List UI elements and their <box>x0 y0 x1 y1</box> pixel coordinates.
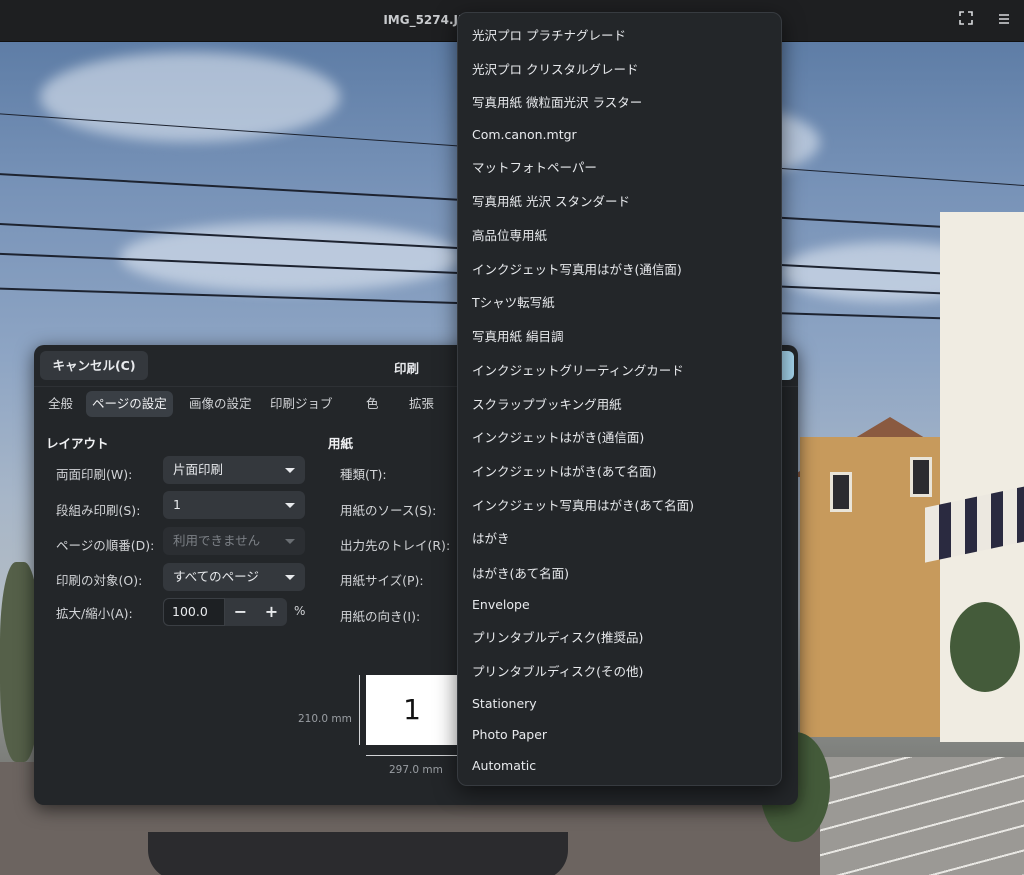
house-window <box>910 457 932 497</box>
menu-item[interactable]: マットフォトペーパー <box>472 157 597 179</box>
menu-item[interactable]: Tシャツ転写紙 <box>472 292 555 314</box>
menu-item[interactable]: Com.canon.mtgr <box>472 124 577 146</box>
menu-item[interactable]: 光沢プロ クリスタルグレード <box>472 59 638 81</box>
duplex-combo[interactable]: 片面印刷 <box>163 456 305 484</box>
paper-source-label: 用紙のソース(S): <box>340 503 437 518</box>
menu-item[interactable]: 写真用紙 微粒面光沢 ラスター <box>472 92 642 114</box>
pages-per-side-label: 段組み印刷(S): <box>56 503 141 518</box>
pages-per-side-value: 1 <box>173 497 181 512</box>
cancel-button[interactable]: キャンセル(C) <box>40 351 148 380</box>
height-dimension-line <box>359 675 360 745</box>
menu-item[interactable]: Stationery <box>472 693 537 715</box>
preview-width-label: 297.0 mm <box>389 764 443 776</box>
duplex-value: 片面印刷 <box>173 462 224 477</box>
tab-general[interactable]: 全般 <box>42 391 79 417</box>
fullscreen-icon[interactable] <box>956 11 976 31</box>
menu-item[interactable]: インクジェットグリーティングカード <box>472 360 684 382</box>
scale-spinbutton: 100.0 − + <box>163 598 287 626</box>
print-target-combo[interactable]: すべてのページ <box>163 563 305 591</box>
chevron-down-icon <box>285 468 295 473</box>
car <box>148 832 568 875</box>
paper-size-label: 用紙サイズ(P): <box>340 573 424 588</box>
menu-item[interactable]: Photo Paper <box>472 724 547 746</box>
tab-page-setup[interactable]: ページの設定 <box>86 391 173 417</box>
menu-item[interactable]: はがき <box>472 528 510 550</box>
increase-button[interactable]: + <box>256 598 287 626</box>
preview-height-label: 210.0 mm <box>298 713 352 725</box>
orientation-label: 用紙の向き(I): <box>340 609 421 624</box>
paper-type-dropdown-menu: 光沢プロ プラチナグレード 光沢プロ クリスタルグレード 写真用紙 微粒面光沢 … <box>457 12 782 786</box>
menu-item[interactable]: Envelope <box>472 594 530 616</box>
menu-item[interactable]: スクラップブッキング用紙 <box>472 394 622 416</box>
house-window <box>830 472 852 512</box>
scale-input[interactable]: 100.0 <box>163 598 225 626</box>
chevron-down-icon <box>285 503 295 508</box>
menu-item[interactable]: はがき(あて名面) <box>472 563 569 585</box>
paving <box>820 757 1024 875</box>
menu-item[interactable]: インクジェットはがき(通信面) <box>472 427 644 449</box>
decrease-button[interactable]: − <box>225 598 256 626</box>
preview-page-number: 1 <box>403 693 421 726</box>
hamburger-menu-icon[interactable] <box>994 11 1014 31</box>
menu-item[interactable]: Automatic <box>472 755 536 777</box>
tab-color[interactable]: 色 <box>360 391 385 417</box>
dialog-title: 印刷 <box>394 361 420 376</box>
tab-print-job[interactable]: 印刷ジョブ <box>264 391 339 417</box>
scale-unit: % <box>294 604 306 618</box>
page-order-value: 利用できません <box>173 533 261 548</box>
menu-item[interactable]: インクジェット写真用はがき(通信面) <box>472 259 682 281</box>
paper-heading: 用紙 <box>328 436 354 451</box>
print-button[interactable] <box>782 351 794 380</box>
scale-label: 拡大/縮小(A): <box>56 606 133 621</box>
tab-advanced[interactable]: 拡張 <box>403 391 440 417</box>
menu-item[interactable]: インクジェットはがき(あて名面) <box>472 461 657 483</box>
chevron-down-icon <box>285 539 295 544</box>
menu-item[interactable]: 写真用紙 絹目調 <box>472 326 563 348</box>
bush <box>950 602 1020 692</box>
chevron-down-icon <box>285 575 295 580</box>
output-tray-label: 出力先のトレイ(R): <box>340 538 451 553</box>
menu-item[interactable]: 高品位専用紙 <box>472 225 547 247</box>
page-order-combo: 利用できません <box>163 527 305 555</box>
page-order-label: ページの順番(D): <box>56 538 155 553</box>
menu-item[interactable]: プリンタブルディスク(推奨品) <box>472 627 643 649</box>
cloud <box>40 52 340 142</box>
menu-item[interactable]: プリンタブルディスク(その他) <box>472 661 643 683</box>
paper-type-label: 種類(T): <box>340 467 387 482</box>
print-target-value: すべてのページ <box>173 569 259 584</box>
menu-item[interactable]: 光沢プロ プラチナグレード <box>472 25 626 47</box>
image-viewer-window: IMG_5274.JPG キャンセル(C) 印刷 全般 ページの設定 画像の設定… <box>0 0 1024 875</box>
menu-item[interactable]: 写真用紙 光沢 スタンダード <box>472 191 630 213</box>
layout-heading: レイアウト <box>46 436 109 451</box>
tab-image-settings[interactable]: 画像の設定 <box>183 391 258 417</box>
pages-per-side-combo[interactable]: 1 <box>163 491 305 519</box>
menu-item[interactable]: インクジェット写真用はがき(あて名面) <box>472 495 694 517</box>
duplex-label: 両面印刷(W): <box>56 467 133 482</box>
width-dimension-line <box>366 755 458 756</box>
page-preview: 1 <box>366 675 458 745</box>
print-target-label: 印刷の対象(O): <box>56 573 143 588</box>
